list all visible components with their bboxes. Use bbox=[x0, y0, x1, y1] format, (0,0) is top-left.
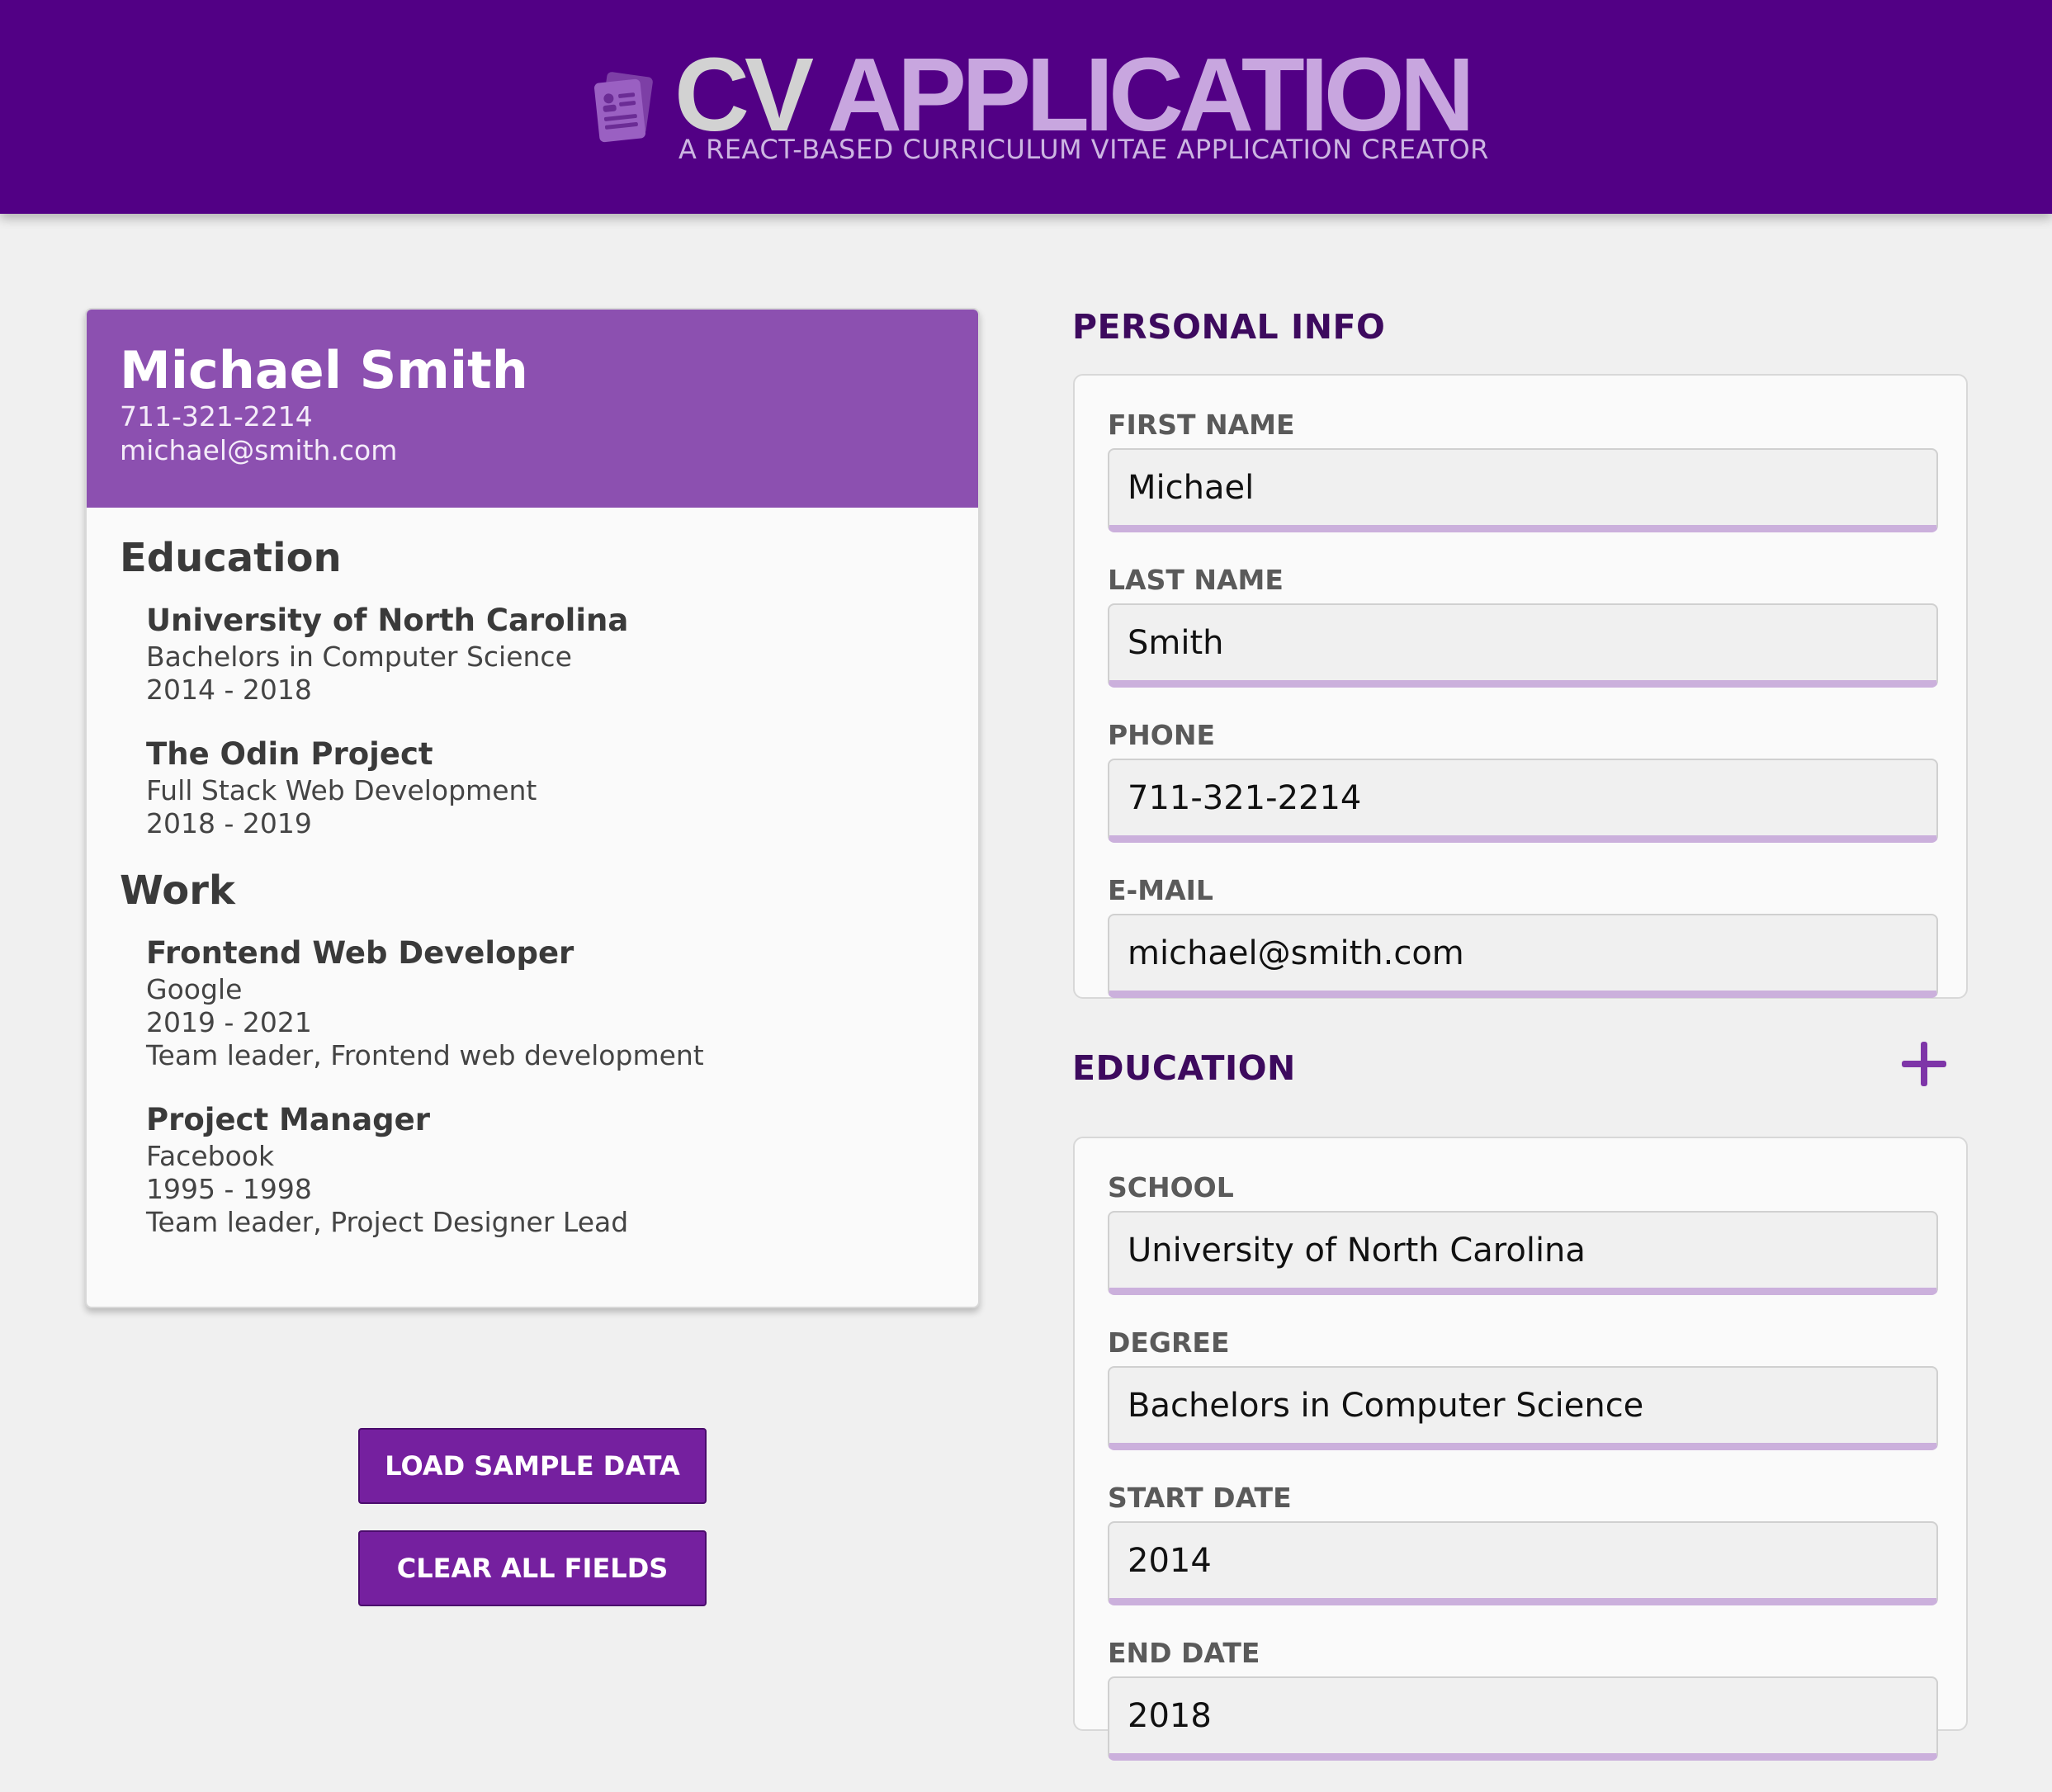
personal-info-form: FIRST NAME LAST NAME PHONE E-MAIL bbox=[1073, 374, 1968, 999]
education-form: SCHOOL DEGREE START DATE END DATE bbox=[1073, 1137, 1968, 1761]
cv-work-position: Project Manager bbox=[146, 1102, 430, 1138]
app-subtitle: A REACT-BASED CURRICULUM VITAE APPLICATI… bbox=[678, 134, 1489, 165]
email-label: E-MAIL bbox=[1108, 874, 1213, 906]
cv-preview: Michael Smith 711-321-2214 michael@smith… bbox=[85, 308, 980, 1308]
cv-education-degree: Bachelors in Computer Science bbox=[146, 641, 572, 674]
cv-education-school: University of North Carolina bbox=[146, 603, 629, 639]
cv-work-dates: 2019 - 2021 bbox=[146, 1006, 312, 1039]
email-input[interactable] bbox=[1108, 914, 1938, 998]
cv-work-entry: Frontend Web Developer Google 2019 - 202… bbox=[120, 934, 945, 1072]
start-date-input[interactable] bbox=[1108, 1521, 1938, 1605]
start-date-label: START DATE bbox=[1108, 1482, 1292, 1514]
cv-education-entry: The Odin Project Full Stack Web Developm… bbox=[120, 735, 945, 840]
end-date-label: END DATE bbox=[1108, 1637, 1260, 1669]
cv-education-entry: University of North Carolina Bachelors i… bbox=[120, 601, 945, 707]
cv-phone: 711-321-2214 bbox=[120, 400, 313, 433]
cv-preview-header: Michael Smith 711-321-2214 michael@smith… bbox=[87, 310, 978, 508]
cv-work-position: Frontend Web Developer bbox=[146, 935, 574, 972]
personal-info-heading: PERSONAL INFO bbox=[1072, 307, 1386, 347]
cv-work-heading: Work bbox=[120, 868, 235, 915]
cv-preview-body: Education University of North Carolina B… bbox=[87, 508, 978, 1239]
cv-education-school: The Odin Project bbox=[146, 736, 433, 773]
cv-name: Michael Smith bbox=[120, 340, 528, 400]
first-name-label: FIRST NAME bbox=[1108, 409, 1295, 441]
load-sample-data-button[interactable]: LOAD SAMPLE DATA bbox=[358, 1428, 707, 1504]
cv-work-dates: 1995 - 1998 bbox=[146, 1173, 312, 1206]
resume-document-icon bbox=[593, 72, 653, 143]
clear-all-fields-button[interactable]: CLEAR ALL FIELDS bbox=[358, 1530, 707, 1606]
cv-work-description: Team leader, Frontend web development bbox=[146, 1039, 704, 1072]
first-name-input[interactable] bbox=[1108, 448, 1938, 532]
last-name-label: LAST NAME bbox=[1108, 564, 1284, 596]
last-name-input[interactable] bbox=[1108, 603, 1938, 688]
cv-work-description: Team leader, Project Designer Lead bbox=[146, 1206, 629, 1239]
cv-education-degree: Full Stack Web Development bbox=[146, 774, 537, 807]
cv-email: michael@smith.com bbox=[120, 434, 398, 467]
degree-input[interactable] bbox=[1108, 1366, 1938, 1450]
school-label: SCHOOL bbox=[1108, 1171, 1234, 1203]
end-date-input[interactable] bbox=[1108, 1676, 1938, 1761]
cv-work-company: Facebook bbox=[146, 1140, 275, 1173]
phone-label: PHONE bbox=[1108, 719, 1216, 751]
app-header: CV APPLICATION A REACT-BASED CURRICULUM V… bbox=[0, 0, 2052, 214]
education-heading: EDUCATION bbox=[1072, 1048, 1296, 1088]
brand: CV APPLICATION A REACT-BASED CURRICULUM V… bbox=[592, 43, 1488, 170]
cv-education-dates: 2014 - 2018 bbox=[146, 674, 312, 707]
add-education-button[interactable] bbox=[1898, 1038, 1950, 1090]
cv-education-dates: 2018 - 2019 bbox=[146, 807, 312, 840]
school-input[interactable] bbox=[1108, 1211, 1938, 1295]
app-title: CV APPLICATION bbox=[674, 43, 1475, 147]
cv-work-entry: Project Manager Facebook 1995 - 1998 Tea… bbox=[120, 1100, 945, 1239]
phone-input[interactable] bbox=[1108, 759, 1938, 843]
cv-work-company: Google bbox=[146, 973, 243, 1006]
degree-label: DEGREE bbox=[1108, 1326, 1230, 1359]
cv-education-heading: Education bbox=[120, 535, 342, 581]
